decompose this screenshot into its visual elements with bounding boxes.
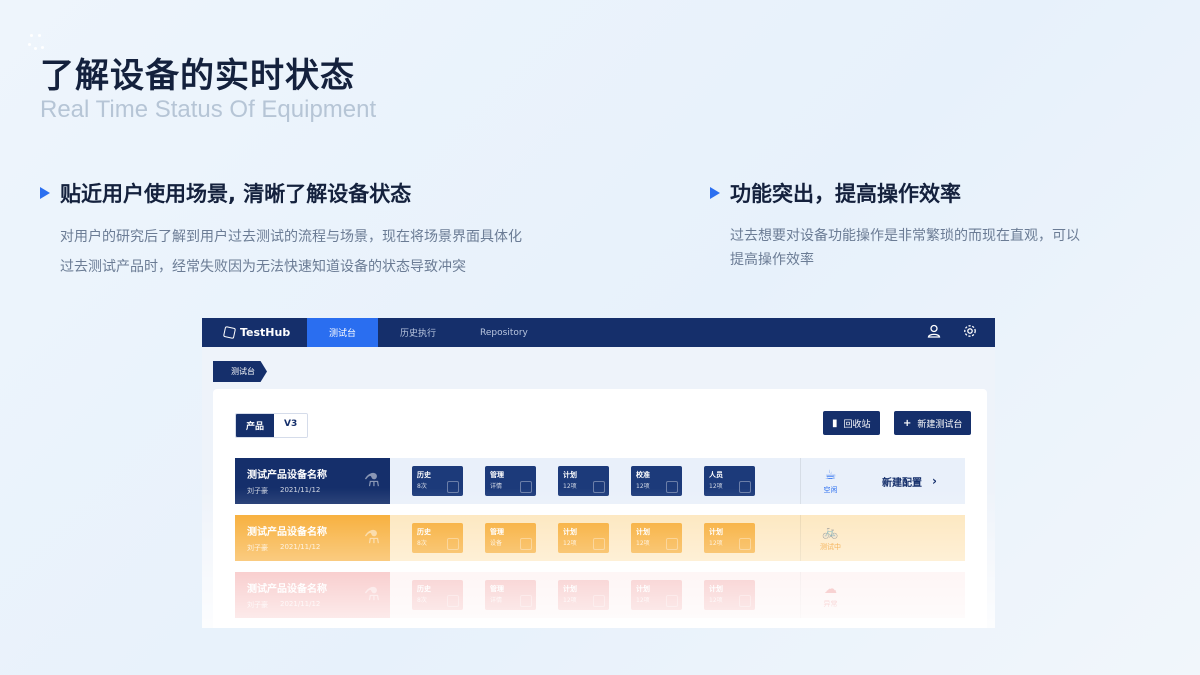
calendar-icon bbox=[666, 595, 678, 607]
feature-title: 功能突出，提高操作效率 bbox=[730, 182, 961, 206]
chip-history[interactable]: 历史 8次 bbox=[412, 466, 463, 496]
chip-history[interactable]: 历史 8次 bbox=[412, 580, 463, 610]
app-header: TestHub 测试台 历史执行 Repository bbox=[202, 318, 995, 347]
tab-repository[interactable]: Repository bbox=[458, 318, 550, 347]
chip-plan[interactable]: 计划 12项 bbox=[704, 580, 755, 610]
calendar-icon bbox=[666, 538, 678, 550]
recycle-bin-button[interactable]: ▮ 回收站 bbox=[823, 411, 880, 435]
chevron-right-icon: › bbox=[932, 474, 937, 488]
device-owner: 刘子豪 bbox=[247, 601, 268, 609]
chip-calibrate[interactable]: 校准 12项 bbox=[631, 466, 682, 496]
device-date: 2021/11/12 bbox=[280, 486, 321, 494]
device-card[interactable]: 测试产品设备名称 刘子豪 2021/11/12 ⚗ bbox=[235, 515, 390, 561]
app-logo[interactable]: TestHub bbox=[202, 325, 307, 340]
status-badge: 🚲 测试中 bbox=[800, 515, 860, 561]
search-icon bbox=[447, 595, 459, 607]
chip-plan[interactable]: 计划 12项 bbox=[704, 523, 755, 553]
edit-icon bbox=[520, 595, 532, 607]
tab-test-bench[interactable]: 测试台 bbox=[307, 318, 379, 347]
feature-line: 过去想要对设备功能操作是非常繁琐的而现在直观，可以 bbox=[730, 228, 1080, 244]
chip-staff[interactable]: 人员 12项 bbox=[704, 466, 755, 496]
chip-manage[interactable]: 管理 详情 bbox=[485, 580, 536, 610]
plus-icon: + bbox=[903, 417, 912, 429]
user-icon[interactable] bbox=[927, 324, 941, 342]
bike-icon: 🚲 bbox=[822, 524, 839, 540]
chip-manage[interactable]: 管理 设备 bbox=[485, 523, 536, 553]
feature-block: 功能突出，提高操作效率 过去想要对设备功能操作是非常繁琐的而现在直观，可以 提高… bbox=[710, 178, 1150, 272]
triangle-bullet-icon bbox=[40, 187, 50, 199]
microscope-icon: ⚗ bbox=[363, 527, 380, 548]
calendar-icon bbox=[593, 595, 605, 607]
feature-line: 对用户的研究后了解到用户过去测试的流程与场景，现在将场景界面具体化 bbox=[60, 229, 522, 245]
triangle-bullet-icon bbox=[710, 187, 720, 199]
new-bench-button[interactable]: + 新建测试台 bbox=[894, 411, 972, 435]
cup-icon: ☕ bbox=[824, 467, 837, 483]
bench-panel: 产品 V3 ▮ 回收站 + 新建测试台 测试产品设备名称 刘子豪 2021/11/… bbox=[213, 389, 987, 628]
feature-heading: 功能突出，提高操作效率 bbox=[710, 178, 1150, 208]
chip-plan[interactable]: 计划 12项 bbox=[631, 523, 682, 553]
status-badge: ☁ 异常 bbox=[800, 572, 860, 618]
table-row[interactable]: 测试产品设备名称 刘子豪 2021/11/12 ⚗ 历史 8次 管理 详情 计划 12项… bbox=[235, 572, 965, 618]
microscope-icon: ⚗ bbox=[363, 470, 380, 491]
feature-heading: 贴近用户使用场景, 清晰了解设备状态 bbox=[40, 178, 640, 208]
device-owner: 刘子豪 bbox=[247, 544, 268, 552]
feature-line: 提高操作效率 bbox=[730, 252, 814, 268]
chip-plan[interactable]: 计划 12项 bbox=[558, 466, 609, 496]
calendar-icon bbox=[739, 481, 751, 493]
microscope-icon: ⚗ bbox=[363, 584, 380, 605]
calendar-icon bbox=[593, 481, 605, 493]
edit-icon bbox=[520, 481, 532, 493]
trash-icon: ▮ bbox=[832, 417, 838, 429]
page-subtitle: Real Time Status Of Equipment bbox=[40, 96, 377, 123]
search-icon bbox=[447, 538, 459, 550]
product-version-selector[interactable]: 产品 V3 bbox=[235, 413, 309, 438]
page-title: 了解设备的实时状态 bbox=[40, 56, 355, 96]
device-card[interactable]: 测试产品设备名称 刘子豪 2021/11/12 ⚗ bbox=[235, 458, 390, 504]
device-owner: 刘子豪 bbox=[247, 487, 268, 495]
app-screenshot: TestHub 测试台 历史执行 Repository 测试台 产品 V3 ▮ … bbox=[202, 318, 995, 628]
app-name: TestHub bbox=[240, 326, 291, 339]
device-card[interactable]: 测试产品设备名称 刘子豪 2021/11/12 ⚗ bbox=[235, 572, 390, 618]
gear-icon[interactable] bbox=[963, 324, 977, 342]
feature-description: 对用户的研究后了解到用户过去测试的流程与场景，现在将场景界面具体化 过去测试产品… bbox=[40, 222, 640, 282]
calendar-icon bbox=[739, 595, 751, 607]
cloud-error-icon: ☁ bbox=[824, 581, 837, 597]
new-config-button[interactable]: 新建配置 › bbox=[882, 474, 937, 489]
segment-product[interactable]: 产品 bbox=[236, 414, 275, 437]
chip-plan[interactable]: 计划 12项 bbox=[558, 580, 609, 610]
feature-line: 过去测试产品时，经常失败因为无法快速知道设备的状态导致冲突 bbox=[60, 259, 466, 275]
table-row[interactable]: 测试产品设备名称 刘子豪 2021/11/12 ⚗ 历史 8次 管理 详情 计划 12项… bbox=[235, 458, 965, 504]
tab-history[interactable]: 历史执行 bbox=[378, 318, 458, 347]
cube-logo-icon bbox=[222, 325, 237, 340]
feature-description: 过去想要对设备功能操作是非常繁琐的而现在直观，可以 提高操作效率 bbox=[710, 224, 1150, 272]
breadcrumb: 测试台 bbox=[202, 347, 995, 382]
status-badge: ☕ 空闲 bbox=[800, 458, 860, 504]
calendar-icon bbox=[666, 481, 678, 493]
table-row[interactable]: 测试产品设备名称 刘子豪 2021/11/12 ⚗ 历史 8次 管理 设备 计划 12项… bbox=[235, 515, 965, 561]
calendar-icon bbox=[593, 538, 605, 550]
feature-title: 贴近用户使用场景, 清晰了解设备状态 bbox=[60, 182, 412, 206]
feature-block: 贴近用户使用场景, 清晰了解设备状态 对用户的研究后了解到用户过去测试的流程与场… bbox=[40, 178, 640, 282]
device-date: 2021/11/12 bbox=[280, 543, 321, 551]
chip-manage[interactable]: 管理 详情 bbox=[485, 466, 536, 496]
breadcrumb-item[interactable]: 测试台 bbox=[213, 361, 267, 382]
device-date: 2021/11/12 bbox=[280, 600, 321, 608]
chip-history[interactable]: 历史 8次 bbox=[412, 523, 463, 553]
chip-plan[interactable]: 计划 12项 bbox=[631, 580, 682, 610]
chip-plan[interactable]: 计划 12项 bbox=[558, 523, 609, 553]
edit-icon bbox=[520, 538, 532, 550]
search-icon bbox=[447, 481, 459, 493]
segment-version[interactable]: V3 bbox=[274, 414, 308, 437]
calendar-icon bbox=[739, 538, 751, 550]
